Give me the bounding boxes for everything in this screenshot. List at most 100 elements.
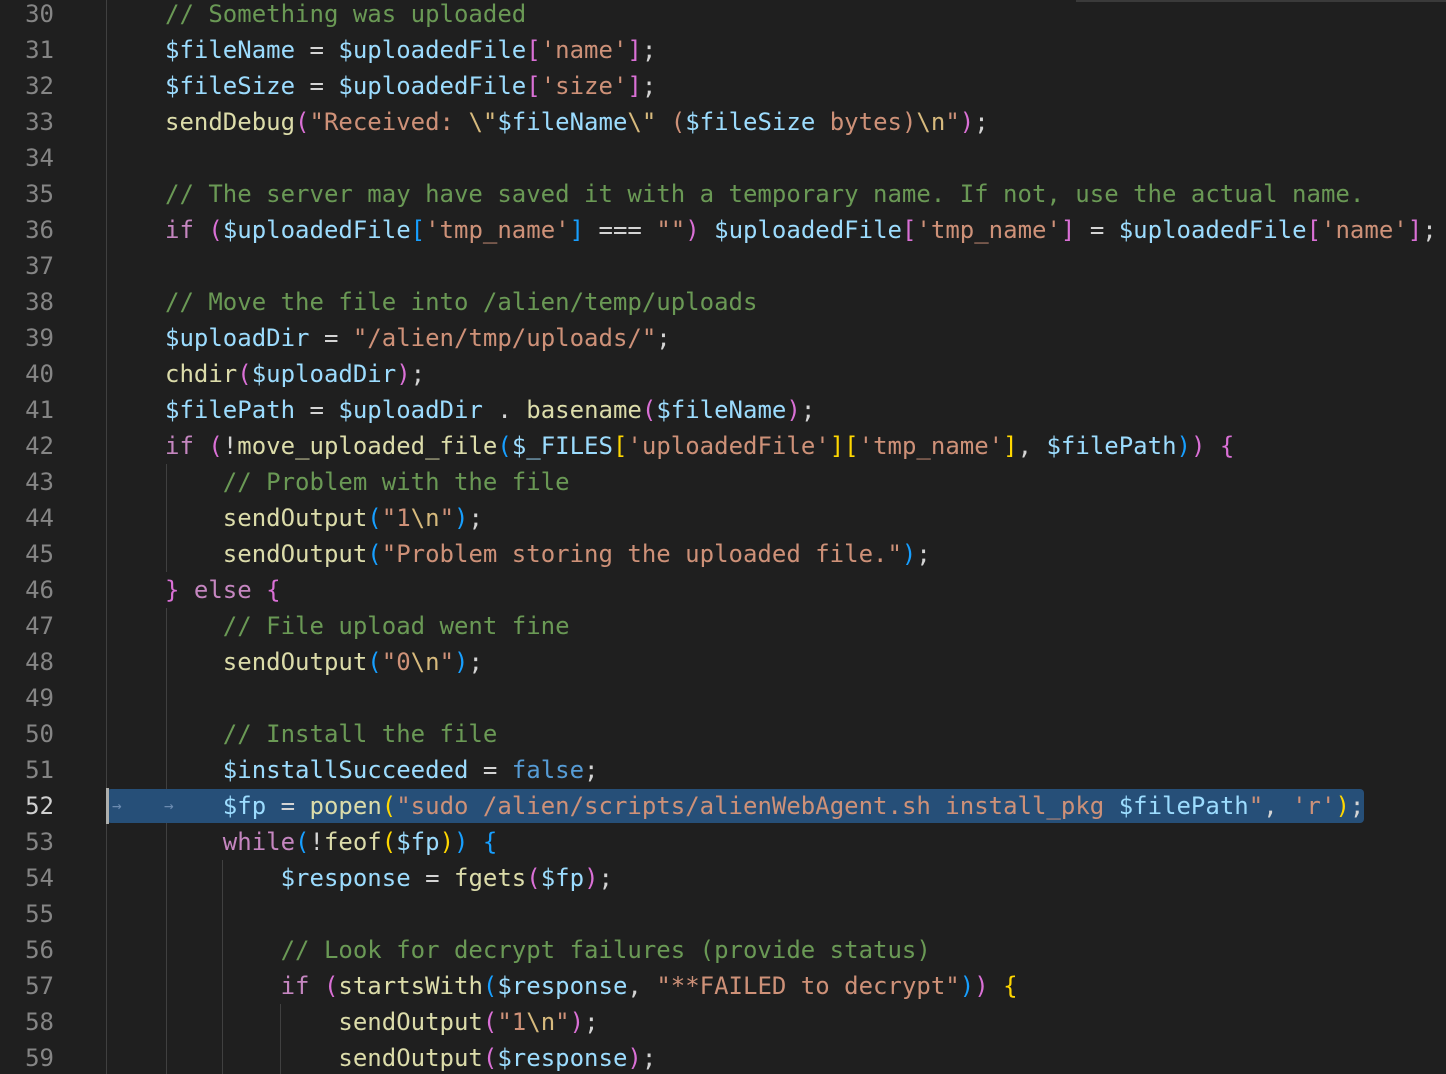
code-line[interactable]: 58 sendOutput("1\n");	[0, 1004, 1446, 1040]
code-token: $fp	[540, 864, 585, 892]
code-line[interactable]: 33 sendDebug("Received: \"$fileName\" ($f…	[0, 104, 1446, 140]
code-line[interactable]: 59 sendOutput($response);	[0, 1040, 1446, 1074]
code-line[interactable]: 51 $installSucceeded = false;	[0, 752, 1446, 788]
line-number: 56	[25, 936, 54, 964]
code-line[interactable]: 56 // Look for decrypt failures (provide…	[0, 932, 1446, 968]
code-token: ;	[656, 324, 671, 352]
code-line[interactable]: 57 if (startsWith($response, "**FAILED t…	[0, 968, 1446, 1004]
line-number: 51	[25, 756, 54, 784]
code-token: )	[454, 828, 469, 856]
code-line[interactable]: 47 // File upload went fine	[0, 608, 1446, 644]
code-text: // Install the file	[165, 716, 498, 752]
code-text: chdir($uploadDir);	[165, 356, 425, 392]
code-token: ===	[584, 216, 657, 244]
code-token: $uploadedFile	[714, 216, 902, 244]
code-token: (	[208, 432, 223, 460]
code-line[interactable]: 53 while(!feof($fp)) {	[0, 824, 1446, 860]
code-token: (	[295, 828, 310, 856]
code-token: )	[454, 648, 469, 676]
code-editor[interactable]: 30 // Something was uploaded 31 $fileName =…	[0, 0, 1446, 1074]
code-line[interactable]: 41 $filePath = $uploadDir . basename($fil…	[0, 392, 1446, 428]
code-token: )	[1335, 792, 1350, 820]
line-number: 37	[25, 252, 54, 280]
code-text: $fp = popen("sudo /alien/scripts/alienWe…	[165, 788, 1365, 824]
code-line[interactable]: 48 sendOutput("0\n");	[0, 644, 1446, 680]
line-number: 50	[25, 720, 54, 748]
code-line[interactable]: 49	[0, 680, 1446, 716]
code-token: (	[497, 432, 512, 460]
code-token: =	[410, 864, 454, 892]
code-token: [	[526, 72, 541, 100]
code-token: sendDebug	[165, 108, 296, 136]
code-token: sendOutput	[222, 540, 368, 568]
code-line[interactable]: 40 chdir($uploadDir);	[0, 356, 1446, 392]
code-token: chdir	[165, 360, 238, 388]
code-token: $response	[497, 972, 628, 1000]
code-token: 'name'	[1321, 216, 1408, 244]
code-token: bytes)	[815, 108, 917, 136]
code-line[interactable]: 34	[0, 140, 1446, 176]
code-token: \"	[627, 108, 657, 136]
code-token: $response	[280, 864, 411, 892]
code-line[interactable]: 54 $response = fgets($fp);	[0, 860, 1446, 896]
code-token: [	[844, 432, 859, 460]
line-number: 42	[25, 432, 54, 460]
code-text: sendDebug("Received: \"$fileName\" ($fil…	[165, 104, 989, 140]
line-number: 46	[25, 576, 54, 604]
code-token: "	[439, 504, 455, 532]
code-token: !	[222, 432, 238, 460]
code-line[interactable]: 37	[0, 248, 1446, 284]
code-token: )	[1176, 432, 1191, 460]
code-line[interactable]: 43 // Problem with the file	[0, 464, 1446, 500]
code-token: // The server may have saved it with a t…	[165, 180, 1365, 208]
code-token: "	[439, 648, 455, 676]
code-token: 'name'	[540, 36, 628, 64]
code-token: $uploadedFile	[338, 72, 527, 100]
code-line[interactable]: 36 if ($uploadedFile['tmp_name'] === "") …	[0, 212, 1446, 248]
code-token: ;	[1349, 792, 1365, 820]
code-token: $fileSize	[685, 108, 816, 136]
code-line[interactable]: 30 // Something was uploaded	[0, 0, 1446, 32]
code-line[interactable]: 31 $fileName = $uploadedFile['name'];	[0, 32, 1446, 68]
code-token: sendOutput	[222, 648, 368, 676]
code-line[interactable]: → → 52 $fp = popen("sudo /alien/scripts/al…	[0, 788, 1446, 824]
code-token: ;	[800, 396, 816, 424]
code-token: "Problem storing the uploaded file."	[381, 540, 902, 568]
code-line[interactable]: 38 // Move the file into /alien/temp/uplo…	[0, 284, 1446, 320]
code-token: 'r'	[1292, 792, 1336, 820]
code-text: // Something was uploaded	[165, 0, 526, 32]
code-line[interactable]: 44 sendOutput("1\n");	[0, 500, 1446, 536]
code-token: $uploadedFile	[338, 36, 527, 64]
code-token: // File upload went fine	[222, 612, 570, 640]
code-token: ;	[641, 36, 657, 64]
code-token: ]	[829, 432, 845, 460]
code-line[interactable]: 46} else {	[0, 572, 1446, 608]
code-token: 'tmp_name'	[425, 216, 570, 244]
code-token: $installSucceeded	[222, 756, 469, 784]
line-number: 52	[25, 792, 54, 820]
code-line[interactable]: 42 if (!move_uploaded_file($_FILES['uploa…	[0, 428, 1446, 464]
line-number: 38	[25, 288, 54, 316]
code-token: // Move the file into /alien/temp/upload…	[165, 288, 758, 316]
code-line[interactable]: 50 // Install the file	[0, 716, 1446, 752]
code-text: sendOutput("Problem storing the uploaded…	[165, 536, 931, 572]
code-token: =	[295, 396, 339, 424]
code-line[interactable]: 39 $uploadDir = "/alien/tmp/uploads/";	[0, 320, 1446, 356]
code-token: "0	[381, 648, 411, 676]
code-token: )	[974, 972, 989, 1000]
code-line[interactable]: 32 $fileSize = $uploadedFile['size'];	[0, 68, 1446, 104]
code-token: {	[482, 828, 498, 856]
code-token: ;	[468, 648, 483, 676]
code-line[interactable]: 35 // The server may have saved it with a…	[0, 176, 1446, 212]
code-token: \n	[410, 504, 440, 532]
code-line[interactable]: 55	[0, 896, 1446, 932]
code-line[interactable]: 45 sendOutput("Problem storing the uploa…	[0, 536, 1446, 572]
code-token: )	[439, 828, 455, 856]
